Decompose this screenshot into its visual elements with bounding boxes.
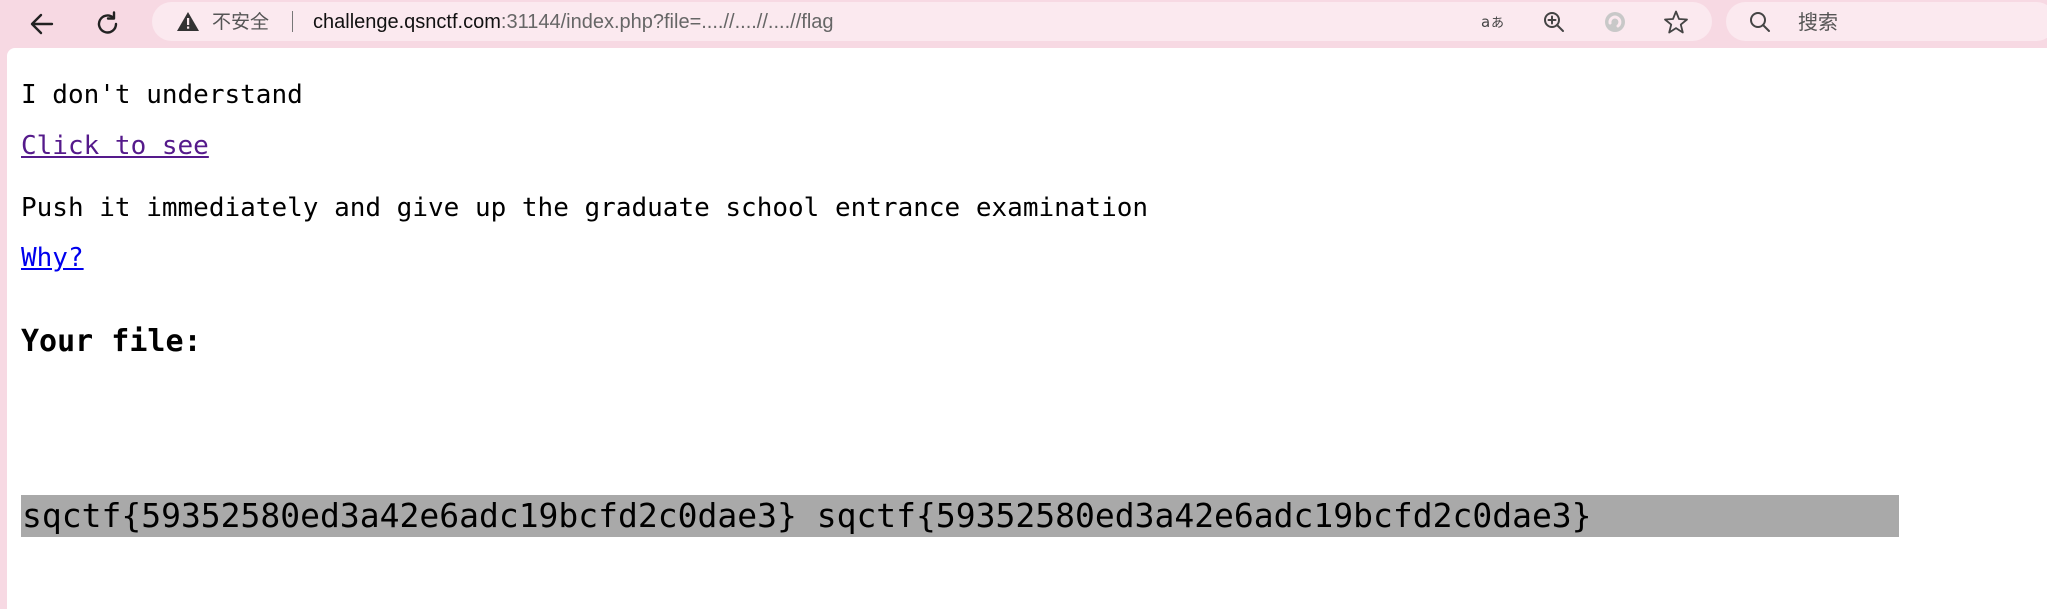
security-status-label[interactable]: 不安全	[212, 10, 269, 34]
file-heading: Your file:	[21, 324, 202, 359]
back-arrow-icon	[30, 13, 54, 35]
favorite-star-icon	[1664, 10, 1688, 34]
back-button[interactable]	[22, 4, 62, 44]
browser-toolbar: 不安全 challenge.qsnctf.com:31144/index.php…	[0, 0, 2047, 48]
warning-icon[interactable]	[176, 10, 200, 34]
zoom-button[interactable]	[1541, 9, 1567, 35]
click-to-see-link[interactable]: Click to see	[21, 130, 209, 162]
search-box[interactable]: 搜索	[1726, 2, 2047, 41]
reload-icon	[97, 11, 118, 34]
address-separator	[292, 11, 293, 32]
read-aloud-icon: a あ	[1481, 13, 1504, 31]
zoom-in-icon	[1544, 12, 1564, 32]
file-content-highlight: sqctf{59352580ed3a42e6adc19bcfd2c0dae3} …	[21, 495, 1899, 537]
read-aloud-button[interactable]: a あ	[1480, 9, 1506, 35]
why-link[interactable]: Why?	[21, 242, 84, 274]
page-content: I don't understand Click to see Push it …	[7, 48, 2047, 609]
address-bar[interactable]: 不安全 challenge.qsnctf.com:31144/index.php…	[152, 2, 1712, 41]
url-field[interactable]: challenge.qsnctf.com:31144/index.php?fil…	[313, 10, 834, 34]
intro-text: I don't understand	[21, 80, 303, 110]
search-placeholder[interactable]: 搜索	[1798, 10, 1838, 34]
url-path: :31144/index.php?file=....//....//....//…	[500, 11, 834, 33]
svg-text:a: a	[1481, 13, 1490, 31]
svg-text:あ: あ	[1491, 16, 1504, 31]
edge-button[interactable]	[1602, 9, 1628, 35]
edge-refresh-icon	[1605, 12, 1625, 32]
reload-button[interactable]	[88, 4, 128, 44]
url-host: challenge.qsnctf.com	[313, 11, 501, 33]
favorite-button[interactable]	[1663, 9, 1689, 35]
message-text: Push it immediately and give up the grad…	[21, 193, 1149, 223]
search-icon	[1750, 12, 1770, 32]
